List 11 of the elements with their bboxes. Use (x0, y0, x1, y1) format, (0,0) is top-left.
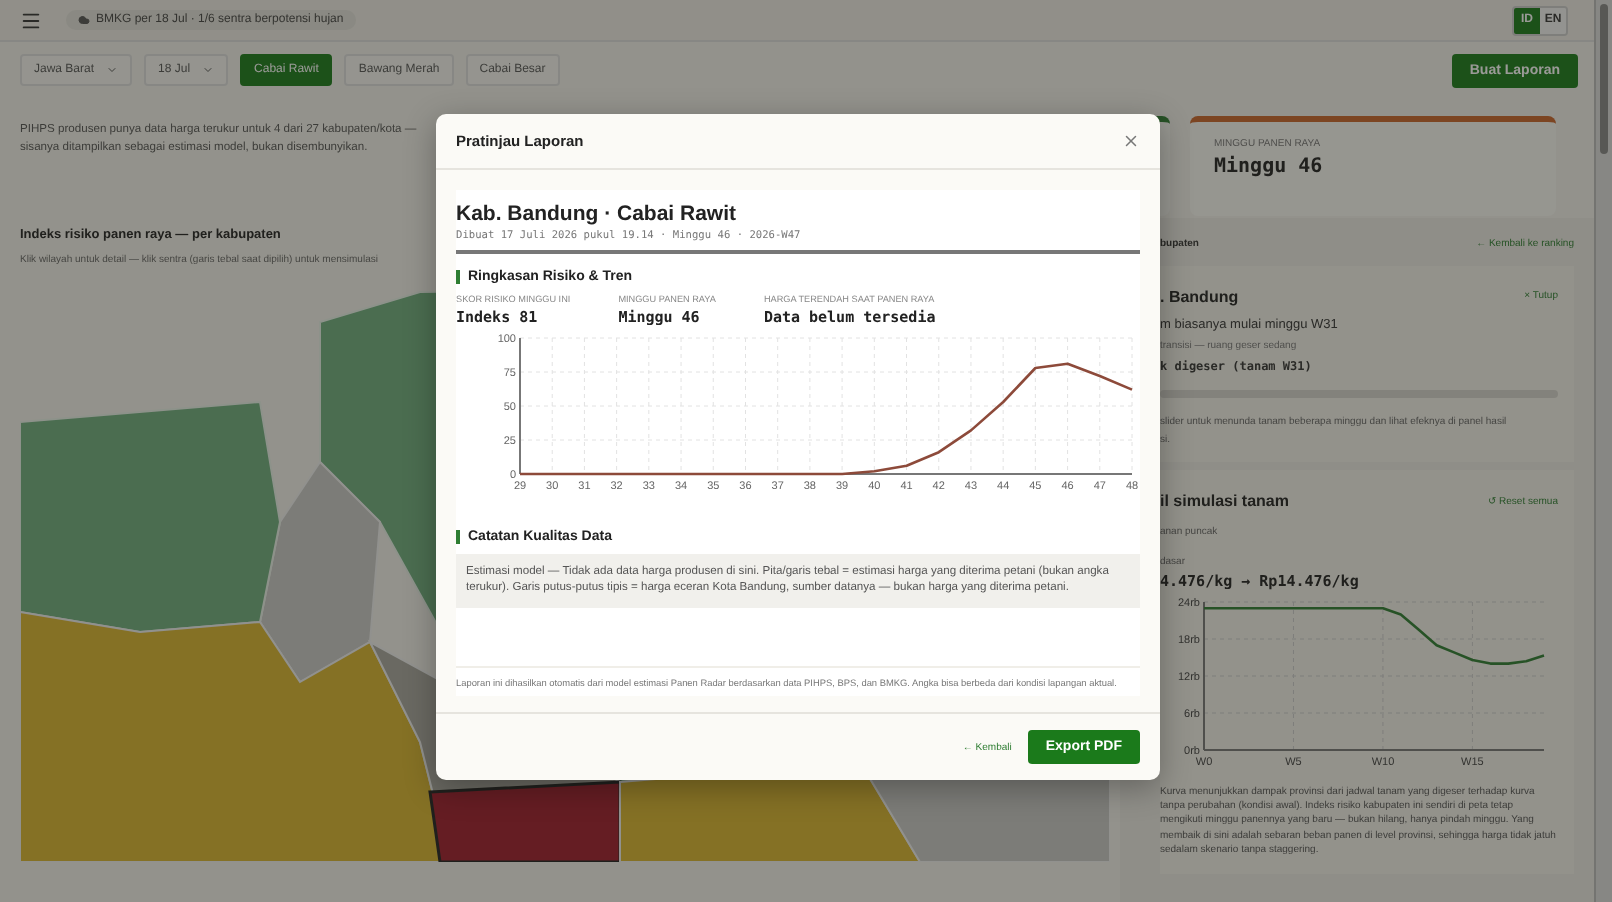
card-title: il simulasi tanam (1160, 491, 1289, 509)
stat-value: Minggu 46 (1214, 156, 1325, 178)
y-axis (519, 337, 521, 475)
report-title: Kab. Bandung · Cabai Rawit (456, 202, 739, 226)
scrollbar[interactable] (1594, 0, 1612, 902)
chevron-down-icon (202, 64, 215, 76)
card-title: . Bandung (1160, 287, 1239, 305)
chevron-down-icon (106, 64, 119, 76)
close-icon[interactable] (1122, 132, 1140, 150)
cloud-icon (78, 14, 90, 26)
menu-icon[interactable] (20, 9, 42, 31)
